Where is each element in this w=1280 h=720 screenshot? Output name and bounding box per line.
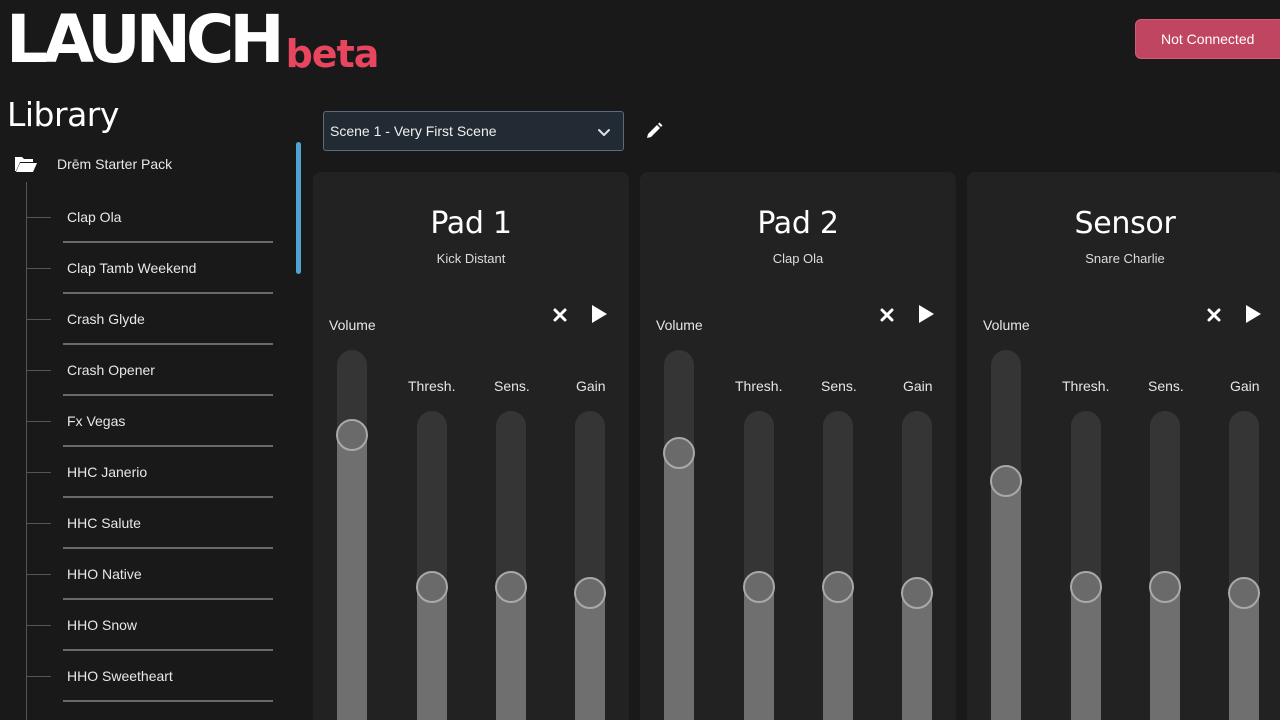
library-pack-folder[interactable]: Drēm Starter Pack xyxy=(14,154,172,174)
play-icon[interactable] xyxy=(917,304,935,324)
sens-slider[interactable] xyxy=(495,411,527,720)
library-item-label: Crash Glyde xyxy=(67,311,145,327)
volume-label: Volume xyxy=(329,317,376,333)
sens-slider-fill xyxy=(496,587,526,720)
library-item-label: Clap Tamb Weekend xyxy=(67,260,197,276)
scene-select[interactable]: Scene 1 - Very First Scene xyxy=(323,111,624,151)
thresh-slider-fill xyxy=(744,587,774,720)
library-item-label: Crash Opener xyxy=(67,362,155,378)
sens-slider-fill xyxy=(1150,587,1180,720)
sens-slider[interactable] xyxy=(1149,411,1181,720)
library-item-label: Clap Ola xyxy=(67,209,122,225)
thresh-slider[interactable] xyxy=(416,411,448,720)
thresh-label: Thresh. xyxy=(1062,378,1110,394)
pad-sample-name: Snare Charlie xyxy=(1085,251,1165,266)
connection-status-button[interactable]: Not Connected xyxy=(1135,19,1280,59)
pad-sample-name: Kick Distant xyxy=(436,251,506,266)
volume-label: Volume xyxy=(656,317,703,333)
sens-slider-knob[interactable] xyxy=(822,571,854,603)
thresh-slider-knob[interactable] xyxy=(743,571,775,603)
logo-wordmark: LAUNCH xyxy=(6,1,285,78)
play-icon[interactable] xyxy=(1244,304,1262,324)
beta-badge: beta xyxy=(285,32,380,76)
sens-label: Sens. xyxy=(1148,378,1184,394)
gain-slider[interactable] xyxy=(901,411,933,720)
gain-label: Gain xyxy=(903,378,933,394)
library-item-label: HHC Janerio xyxy=(67,464,148,480)
thresh-slider-fill xyxy=(417,587,447,720)
volume-slider[interactable] xyxy=(663,350,695,720)
library-item[interactable]: Clap Ola xyxy=(26,192,276,243)
library-item[interactable]: HHC Salute xyxy=(26,498,276,549)
thresh-slider[interactable] xyxy=(1070,411,1102,720)
thresh-slider-knob[interactable] xyxy=(416,571,448,603)
pad-title: Pad 2 xyxy=(757,206,839,241)
sens-slider-fill xyxy=(823,587,853,720)
library-item-label: HHO Native xyxy=(67,566,142,582)
gain-slider-fill xyxy=(1229,593,1259,720)
library-item[interactable]: Fx Vegas xyxy=(26,396,276,447)
library-item[interactable]: HHO Sweetheart xyxy=(26,651,276,702)
volume-slider-knob[interactable] xyxy=(990,465,1022,497)
thresh-slider-knob[interactable] xyxy=(1070,571,1102,603)
gain-label: Gain xyxy=(1230,378,1260,394)
sens-slider[interactable] xyxy=(822,411,854,720)
library-item[interactable]: Crash Opener xyxy=(26,345,276,396)
library-item-label: HHC Salute xyxy=(67,515,141,531)
volume-slider[interactable] xyxy=(336,350,368,720)
volume-slider-fill xyxy=(664,453,694,720)
pad-title: Pad 1 xyxy=(430,206,512,241)
app-logo: LAUNCH beta xyxy=(6,1,380,78)
volume-slider-fill xyxy=(337,435,367,720)
library-title: Library xyxy=(7,95,119,134)
sens-label: Sens. xyxy=(821,378,857,394)
library-item[interactable]: Clap Tamb Weekend xyxy=(26,243,276,294)
library-item[interactable]: HHO Native xyxy=(26,549,276,600)
folder-open-icon xyxy=(15,157,37,172)
scene-select-value: Scene 1 - Very First Scene xyxy=(330,123,497,139)
pencil-icon[interactable] xyxy=(644,121,664,141)
sens-slider-knob[interactable] xyxy=(1149,571,1181,603)
thresh-label: Thresh. xyxy=(408,378,456,394)
gain-label: Gain xyxy=(576,378,606,394)
library-item-label: HHO Snow xyxy=(67,617,138,633)
chevron-down-icon xyxy=(598,129,610,136)
volume-slider[interactable] xyxy=(990,350,1022,720)
clear-icon[interactable] xyxy=(552,307,568,323)
thresh-label: Thresh. xyxy=(735,378,783,394)
library-scrollbar[interactable] xyxy=(296,142,301,274)
gain-slider[interactable] xyxy=(574,411,606,720)
volume-label: Volume xyxy=(983,317,1030,333)
library-item[interactable]: HHC Janerio xyxy=(26,447,276,498)
library-item[interactable]: HHO Snow xyxy=(26,600,276,651)
clear-icon[interactable] xyxy=(879,307,895,323)
volume-slider-fill xyxy=(991,481,1021,720)
volume-slider-knob[interactable] xyxy=(336,419,368,451)
gain-slider-fill xyxy=(902,593,932,720)
pad-title: Sensor xyxy=(1074,206,1176,241)
pad-sample-name: Clap Ola xyxy=(772,251,824,266)
gain-slider-fill xyxy=(575,593,605,720)
thresh-slider-fill xyxy=(1071,587,1101,720)
pack-name: Drēm Starter Pack xyxy=(57,156,173,172)
sens-label: Sens. xyxy=(494,378,530,394)
library-item-label: HHO Sweetheart xyxy=(67,668,173,684)
library-item[interactable]: Crash Glyde xyxy=(26,294,276,345)
clear-icon[interactable] xyxy=(1206,307,1222,323)
gain-slider[interactable] xyxy=(1228,411,1260,720)
play-icon[interactable] xyxy=(590,304,608,324)
thresh-slider[interactable] xyxy=(743,411,775,720)
sens-slider-knob[interactable] xyxy=(495,571,527,603)
library-item-label: Fx Vegas xyxy=(67,413,126,429)
